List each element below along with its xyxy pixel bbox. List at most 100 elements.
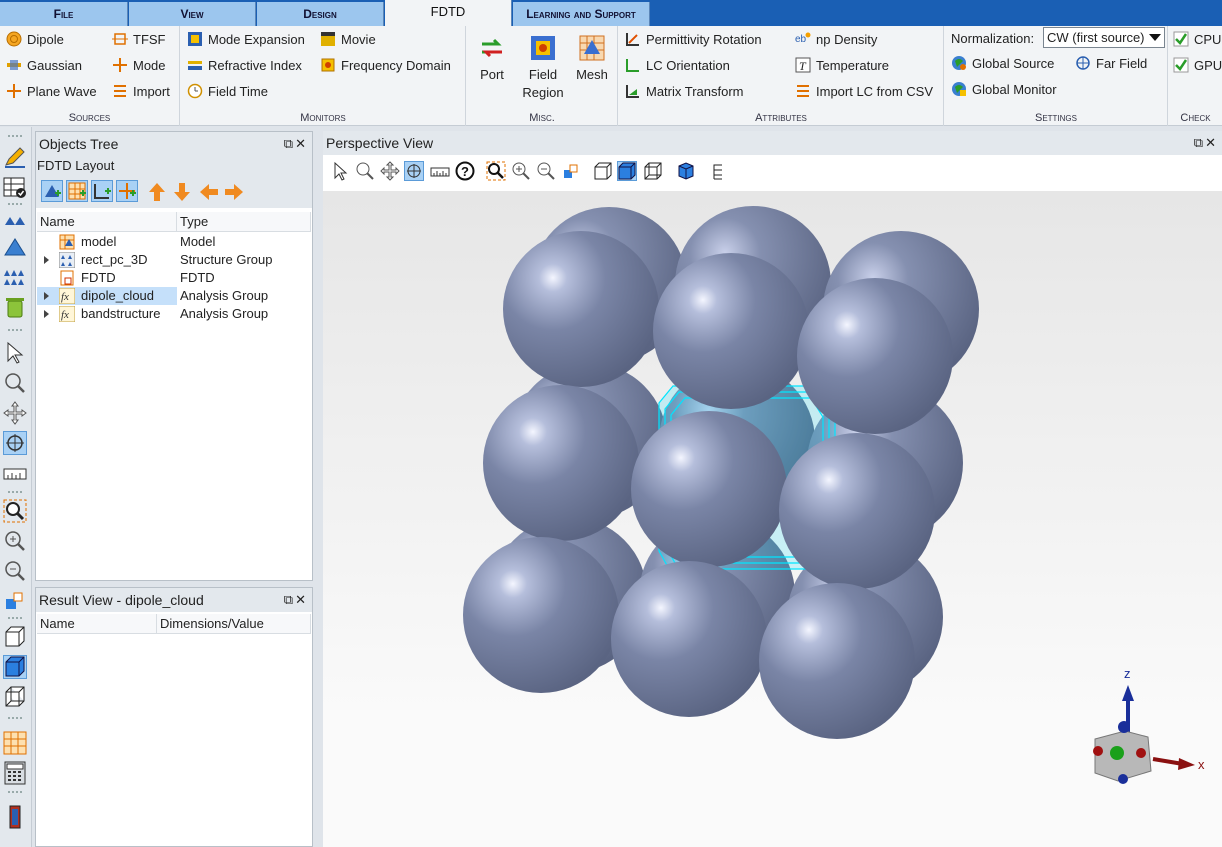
expand-arrow-icon[interactable] <box>44 292 49 300</box>
orientation-axes[interactable]: z x <box>1093 666 1205 784</box>
frequency-domain-button[interactable]: Frequency Domain <box>320 54 451 76</box>
ruler-button[interactable] <box>3 461 27 485</box>
sphere <box>653 253 809 409</box>
permittivity-rotation-icon <box>625 31 641 47</box>
import-source-button[interactable]: Import <box>112 80 170 102</box>
global-monitor-button[interactable]: Global Monitor <box>951 78 1057 100</box>
reset-view-button[interactable] <box>3 589 27 613</box>
mode-expansion-button[interactable]: Mode Expansion <box>187 28 305 50</box>
add-mesh-to-group-button[interactable] <box>66 180 88 202</box>
tree-row-rect-pc-3d[interactable]: rect_pc_3D Structure Group <box>37 251 310 269</box>
tree-row-fdtd[interactable]: FDTD FDTD <box>37 269 310 287</box>
select-tool-button[interactable] <box>3 341 27 365</box>
view-axes-button[interactable] <box>708 161 728 181</box>
view-transparent-button[interactable] <box>3 685 27 709</box>
view-reset-button[interactable] <box>561 161 581 181</box>
view-zoom-in-button[interactable] <box>511 161 531 181</box>
expand-arrow-icon[interactable] <box>44 256 49 264</box>
undock-icon[interactable]: ⧉ <box>1194 135 1205 150</box>
lc-orientation-button[interactable]: LC Orientation <box>625 54 730 76</box>
np-density-button[interactable]: eb np Density <box>795 28 877 50</box>
move-down-button[interactable] <box>173 182 191 202</box>
tab-file[interactable]: File <box>0 2 128 26</box>
delete-button[interactable] <box>3 295 27 319</box>
view-pan-button[interactable] <box>380 161 400 181</box>
refractive-index-button[interactable]: Refractive Index <box>187 54 302 76</box>
field-time-button[interactable]: Field Time <box>187 80 268 102</box>
tree-row-dipole-cloud[interactable]: fx dipole_cloud <box>37 287 177 305</box>
temperature-button[interactable]: T Temperature <box>795 54 889 76</box>
cpu-check-button[interactable]: CPU <box>1173 28 1221 50</box>
normalization-select[interactable]: CW (first source) <box>1043 27 1165 48</box>
view-transparent-button[interactable] <box>643 161 663 181</box>
script-button[interactable] <box>3 805 27 829</box>
field-region-button[interactable]: Field Region <box>519 34 567 102</box>
gaussian-button[interactable]: Gaussian <box>6 54 82 76</box>
view-rotate-button[interactable] <box>404 161 424 181</box>
move-up-button[interactable] <box>148 182 166 202</box>
movie-button[interactable]: Movie <box>320 28 376 50</box>
move-left-button[interactable] <box>199 183 219 201</box>
undock-icon[interactable]: ⧉ <box>284 592 295 607</box>
dipole-button[interactable]: Dipole <box>6 28 64 50</box>
tree-row-model[interactable]: model Model <box>37 233 310 251</box>
far-field-button[interactable]: Far Field <box>1075 52 1147 74</box>
zoom-out-button[interactable] <box>3 559 27 583</box>
view-zoom-extent-button[interactable] <box>486 161 506 181</box>
zoom-region-button[interactable] <box>3 371 27 395</box>
add-structure-to-group-button[interactable] <box>41 180 63 202</box>
view-ruler-button[interactable] <box>430 161 450 181</box>
close-icon[interactable]: ✕ <box>295 592 308 607</box>
add-structure-button[interactable] <box>3 207 27 231</box>
close-icon[interactable]: ✕ <box>1205 135 1218 150</box>
add-analysis-to-group-button[interactable] <box>91 180 113 202</box>
tab-learning-support[interactable]: Learning and Support <box>513 2 650 26</box>
3d-viewport[interactable]: z x <box>323 191 1222 847</box>
view-zoom-region-button[interactable] <box>355 161 375 181</box>
view-3d-box-button[interactable] <box>676 161 696 181</box>
global-source-button[interactable]: Global Source <box>951 52 1054 74</box>
mode-source-button[interactable]: Mode <box>112 54 166 76</box>
gpu-check-button[interactable]: GPU <box>1173 54 1222 76</box>
plane-wave-button[interactable]: Plane Wave <box>6 80 97 102</box>
mesh-icon <box>578 34 606 62</box>
arrow-up-icon <box>149 183 165 201</box>
expand-arrow-icon[interactable] <box>44 310 49 318</box>
move-right-button[interactable] <box>224 183 244 201</box>
edit-object-button[interactable] <box>3 145 27 169</box>
view-solid-button[interactable] <box>3 655 27 679</box>
import-lc-csv-button[interactable]: Import LC from CSV <box>795 80 933 102</box>
add-pyramid-button[interactable] <box>3 235 27 259</box>
result-column-name[interactable]: Name <box>37 614 157 634</box>
tab-design[interactable]: Design <box>257 2 384 26</box>
view-select-button[interactable] <box>330 161 350 181</box>
mesh-button[interactable]: Mesh <box>573 34 611 84</box>
view-zoom-out-button[interactable] <box>536 161 556 181</box>
tab-fdtd[interactable]: FDTD <box>385 0 512 26</box>
view-solid-button[interactable] <box>617 161 637 181</box>
matrix-transform-button[interactable]: Matrix Transform <box>625 80 744 102</box>
zoom-extent-button[interactable] <box>3 499 27 523</box>
add-array-button[interactable] <box>3 265 27 289</box>
result-column-value[interactable]: Dimensions/Value <box>157 614 311 634</box>
permittivity-rotation-button[interactable]: Permittivity Rotation <box>625 28 762 50</box>
pan-button[interactable] <box>3 401 27 425</box>
column-header-name[interactable]: Name <box>37 212 177 232</box>
table-check-button[interactable] <box>3 175 27 199</box>
undock-icon[interactable]: ⧉ <box>284 136 295 151</box>
view-wireframe-button[interactable] <box>3 625 27 649</box>
port-button[interactable]: Port <box>473 34 511 84</box>
rotate-button[interactable] <box>3 431 27 455</box>
grid-button[interactable] <box>3 731 27 755</box>
column-header-type[interactable]: Type <box>177 212 311 232</box>
calculator-button[interactable] <box>3 761 27 785</box>
tree-row-dipole-cloud-type[interactable]: Analysis Group <box>178 287 310 305</box>
tree-row-bandstructure[interactable]: fx bandstructure Analysis Group <box>37 305 310 323</box>
view-wireframe-button[interactable] <box>593 161 613 181</box>
tfsf-button[interactable]: TFSF <box>112 28 166 50</box>
close-icon[interactable]: ✕ <box>295 136 308 151</box>
tab-view[interactable]: View <box>129 2 256 26</box>
zoom-in-button[interactable] <box>3 529 27 553</box>
view-help-button[interactable]: ? <box>455 161 475 181</box>
add-source-to-group-button[interactable] <box>116 180 138 202</box>
